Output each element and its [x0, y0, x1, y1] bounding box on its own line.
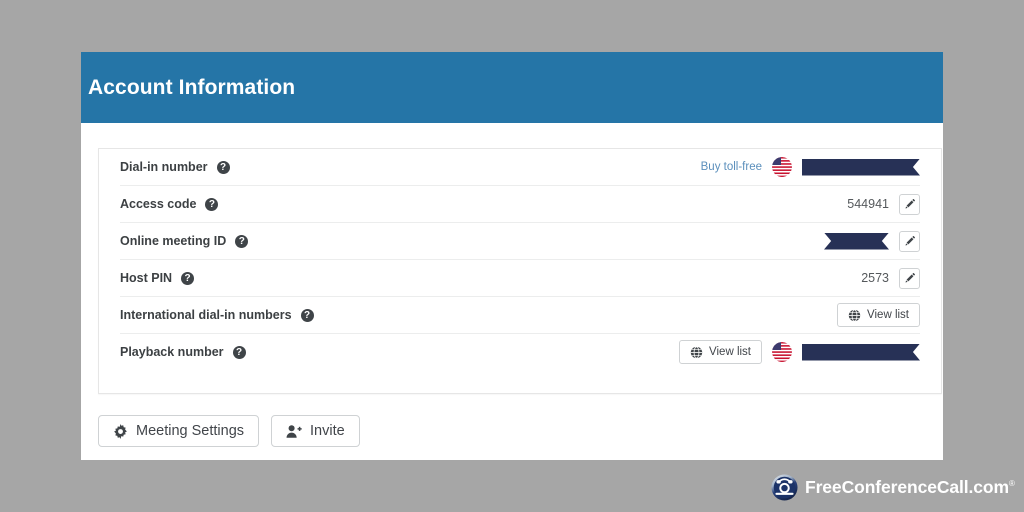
question-circle-icon[interactable]: ?	[232, 345, 246, 359]
row-value-dial-in-number: Buy toll-free	[701, 157, 920, 177]
globe-icon	[690, 345, 703, 359]
account-info-card: Dial-in number ? Buy toll-free Access co…	[98, 148, 942, 394]
redacted-dial-in-number	[802, 158, 920, 176]
question-circle-icon[interactable]: ?	[181, 271, 195, 285]
table-row: Online meeting ID ?	[120, 223, 920, 260]
us-flag-icon	[772, 342, 792, 362]
view-list-playback-button[interactable]: View list	[679, 340, 762, 364]
action-buttons: Meeting Settings Invite	[98, 415, 360, 447]
row-value-online-meeting-id	[824, 230, 920, 252]
view-list-international-label: View list	[867, 309, 909, 321]
online-meeting-id-label: Online meeting ID	[120, 234, 227, 248]
pencil-icon	[905, 199, 915, 209]
pencil-icon	[905, 236, 915, 246]
row-value-international-dial-in-numbers: View list	[837, 303, 920, 327]
account-information-panel: Account Information Dial-in number ? Buy…	[81, 52, 943, 460]
invite-label: Invite	[310, 423, 345, 439]
playback-number-label: Playback number	[120, 345, 224, 359]
table-row: Dial-in number ? Buy toll-free	[120, 149, 920, 186]
host-pin-value: 2573	[861, 271, 889, 285]
redacted-playback-number	[802, 343, 920, 361]
table-row: Access code ? 544941	[120, 186, 920, 223]
row-label-access-code: Access code ?	[120, 197, 219, 211]
row-value-access-code: 544941	[847, 193, 920, 215]
access-code-value: 544941	[847, 197, 889, 211]
question-circle-icon[interactable]: ?	[205, 197, 219, 211]
edit-host-pin-button[interactable]	[899, 267, 920, 289]
table-row: Host PIN ? 2573	[120, 260, 920, 297]
account-info-rows: Dial-in number ? Buy toll-free Access co…	[99, 149, 941, 370]
edit-online-meeting-id-button[interactable]	[899, 230, 920, 252]
user-plus-icon	[286, 424, 302, 438]
meeting-settings-label: Meeting Settings	[136, 423, 245, 439]
table-row: International dial-in numbers ? View lis…	[120, 297, 920, 334]
row-value-playback-number: View list	[679, 340, 920, 364]
telephone-circle-icon	[771, 474, 798, 501]
row-label-international-dial-in-numbers: International dial-in numbers ?	[120, 308, 314, 322]
question-circle-icon[interactable]: ?	[300, 308, 314, 322]
view-list-playback-label: View list	[709, 346, 751, 358]
question-circle-icon[interactable]: ?	[235, 234, 249, 248]
invite-button[interactable]: Invite	[271, 415, 360, 447]
gear-icon	[114, 423, 127, 439]
row-label-dial-in-number: Dial-in number ?	[120, 160, 230, 174]
table-row: Playback number ? View list	[120, 334, 920, 370]
page-title: Account Information	[88, 75, 296, 99]
row-label-host-pin: Host PIN ?	[120, 271, 195, 285]
row-label-playback-number: Playback number ?	[120, 345, 246, 359]
pencil-icon	[905, 273, 915, 283]
registered-trademark-mark: ®	[1008, 479, 1015, 489]
access-code-label: Access code	[120, 197, 197, 211]
international-dial-in-numbers-label: International dial-in numbers	[120, 308, 292, 322]
brand-name: FreeConferenceCall.com®	[805, 477, 1015, 498]
question-circle-icon[interactable]: ?	[216, 160, 230, 174]
row-value-host-pin: 2573	[861, 267, 920, 289]
buy-toll-free-link[interactable]: Buy toll-free	[701, 161, 762, 173]
dial-in-number-label: Dial-in number	[120, 160, 208, 174]
footer-brand-logo: FreeConferenceCall.com®	[771, 474, 1015, 501]
redacted-online-meeting-id	[824, 232, 889, 250]
view-list-international-button[interactable]: View list	[837, 303, 920, 327]
meeting-settings-button[interactable]: Meeting Settings	[98, 415, 260, 447]
row-label-online-meeting-id: Online meeting ID ?	[120, 234, 249, 248]
host-pin-label: Host PIN	[120, 271, 173, 285]
edit-access-code-button[interactable]	[899, 193, 920, 215]
panel-header: Account Information	[81, 52, 943, 123]
brand-text: FreeConferenceCall.com	[805, 477, 1009, 497]
globe-icon	[848, 308, 861, 322]
us-flag-icon	[772, 157, 792, 177]
